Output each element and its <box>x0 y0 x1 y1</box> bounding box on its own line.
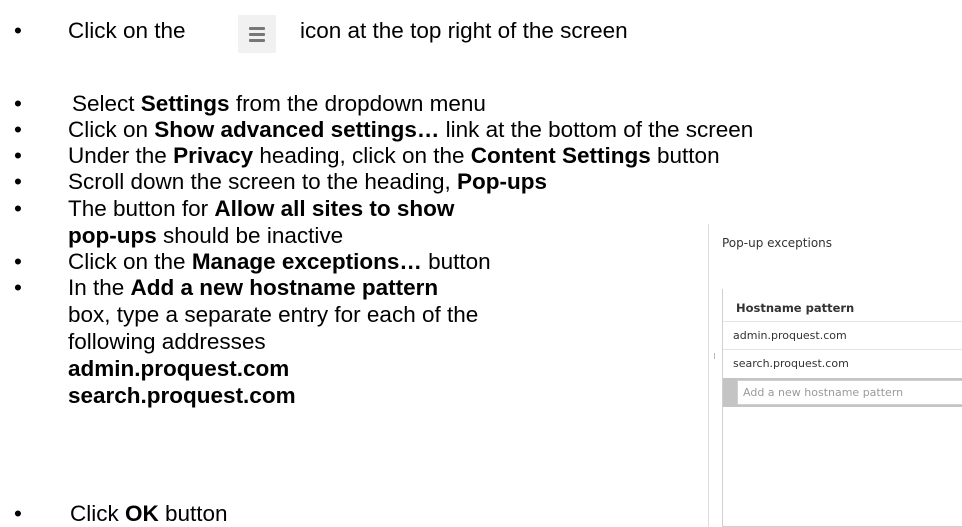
exceptions-list: Hostname pattern admin.proquest.com sear… <box>722 289 962 527</box>
step-2-post: from the dropdown menu <box>229 91 486 116</box>
bullet: • <box>14 169 22 194</box>
step-8-post: box, type a separate entry for each of t… <box>68 302 479 354</box>
step-3-post: link at the bottom of the screen <box>439 117 754 142</box>
step-3-bold: Show advanced settings… <box>154 117 440 142</box>
dialog-edge-mark <box>714 353 715 359</box>
step-9-bold: OK <box>125 501 159 526</box>
step-2-bold: Settings <box>140 91 230 116</box>
hostname-label: admin.proquest.com <box>733 329 847 342</box>
step-5-pre: Scroll down the screen to the heading, <box>68 169 457 194</box>
step-2-pre: Select <box>72 91 141 116</box>
new-pattern-row: Add a new hostname pattern <box>723 378 962 407</box>
step-4-bold-2: Content Settings <box>470 143 651 168</box>
step-3-pre: Click on <box>68 117 155 142</box>
new-hostname-pattern-input[interactable]: Add a new hostname pattern <box>737 380 962 405</box>
step-7-bold: Manage exceptions… <box>191 249 422 274</box>
step-8-bold: Add a new hostname pattern <box>130 275 439 300</box>
step-4-pre: Under the <box>68 143 174 168</box>
dialog-border <box>708 224 709 527</box>
step-4-mid: heading, click on the <box>253 143 471 168</box>
hamburger-menu-icon <box>238 15 276 53</box>
step-9-post: button <box>158 501 228 526</box>
step-9-pre: Click <box>70 501 125 526</box>
step-5-bold: Pop-ups <box>457 169 547 194</box>
bullet: • <box>14 501 22 526</box>
popup-exceptions-dialog: Pop-up exceptions Hostname pattern admin… <box>708 214 962 527</box>
step-8-pre: In the <box>68 275 131 300</box>
list-item[interactable]: admin.proquest.com <box>723 321 962 349</box>
bullet: • <box>14 275 22 300</box>
step-7-pre: Click on the <box>68 249 192 274</box>
step-1-suffix: icon at the top right of the screen <box>300 18 628 43</box>
bullet: • <box>14 143 22 168</box>
list-item[interactable]: search.proquest.com <box>723 349 962 377</box>
step-6-pre: The button for <box>68 196 215 221</box>
column-header-hostname-pattern: Hostname pattern <box>736 301 855 315</box>
step-7-post: button <box>421 249 491 274</box>
bullet: • <box>14 18 22 43</box>
step-4-post: button <box>650 143 720 168</box>
address-admin: admin.proquest.com <box>68 356 290 381</box>
step-4-bold-1: Privacy <box>173 143 254 168</box>
bullet: • <box>14 117 22 142</box>
hostname-label: search.proquest.com <box>733 357 849 370</box>
bullet: • <box>14 196 22 221</box>
bullet: • <box>14 249 22 274</box>
dialog-title: Pop-up exceptions <box>722 236 833 250</box>
step-6-post: should be inactive <box>156 223 344 248</box>
step-1-text: Click on the <box>68 18 186 43</box>
bullet: • <box>14 91 22 116</box>
address-search: search.proquest.com <box>68 383 296 408</box>
